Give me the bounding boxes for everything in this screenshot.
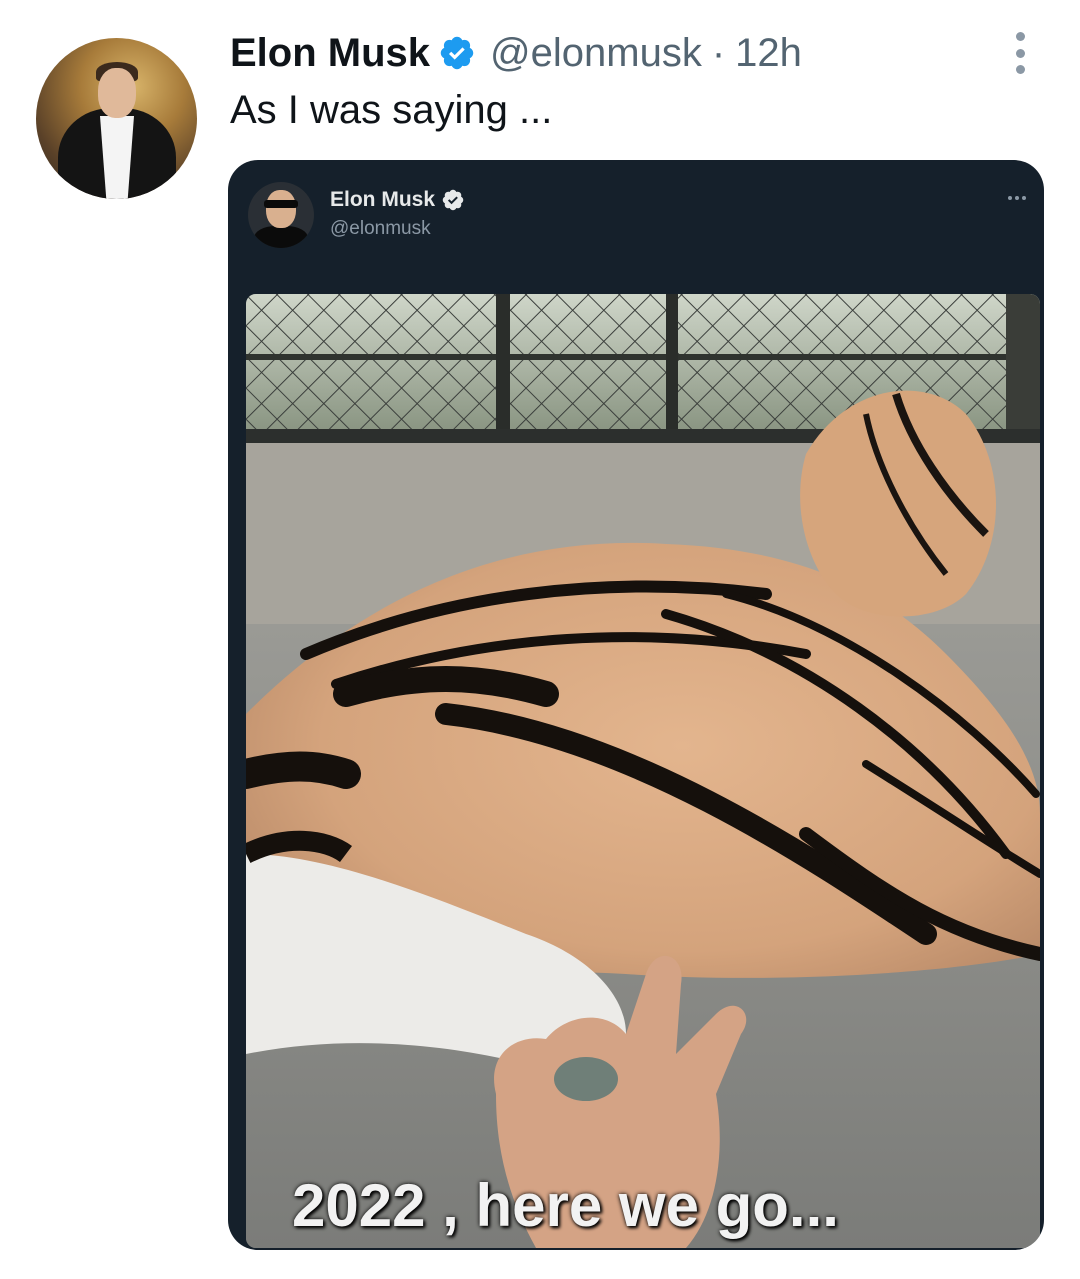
- tweet-text: As I was saying ...: [230, 88, 553, 132]
- tweet-timestamp[interactable]: 12h: [735, 31, 802, 76]
- author-name[interactable]: Elon Musk: [230, 31, 430, 76]
- meme-caption: 2022 , here we go...: [292, 1172, 839, 1239]
- embedded-author-handle: @elonmusk: [330, 218, 431, 239]
- embedded-tweet-screenshot[interactable]: Elon Musk @elonmusk 2022 , here we go...: [228, 160, 1044, 1250]
- separator-dot: ·: [711, 30, 726, 75]
- embedded-author-name: Elon Musk: [330, 188, 436, 211]
- author-avatar[interactable]: [36, 38, 197, 199]
- embedded-avatar-face: [266, 190, 296, 228]
- more-options-icon[interactable]: [1006, 32, 1034, 74]
- tiger-meme-illustration: [246, 294, 1040, 1248]
- embedded-more-options-icon: [1008, 196, 1026, 200]
- embedded-author-name-row: Elon Musk: [330, 188, 465, 212]
- tweet-header: Elon Musk @elonmusk · 12h: [230, 28, 802, 78]
- tiger-meme-photo[interactable]: 2022 , here we go...: [246, 294, 1040, 1248]
- embedded-verified-badge-icon: [441, 188, 465, 212]
- verified-badge-icon: [438, 34, 476, 72]
- avatar-head: [98, 68, 136, 118]
- embedded-avatar-body: [254, 226, 308, 248]
- embedded-author-avatar: [248, 182, 314, 248]
- embedded-avatar-sunglasses: [264, 200, 298, 208]
- tweet[interactable]: Elon Musk @elonmusk · 12h As I was sayin…: [0, 0, 1080, 1279]
- author-handle[interactable]: @elonmusk: [490, 31, 702, 76]
